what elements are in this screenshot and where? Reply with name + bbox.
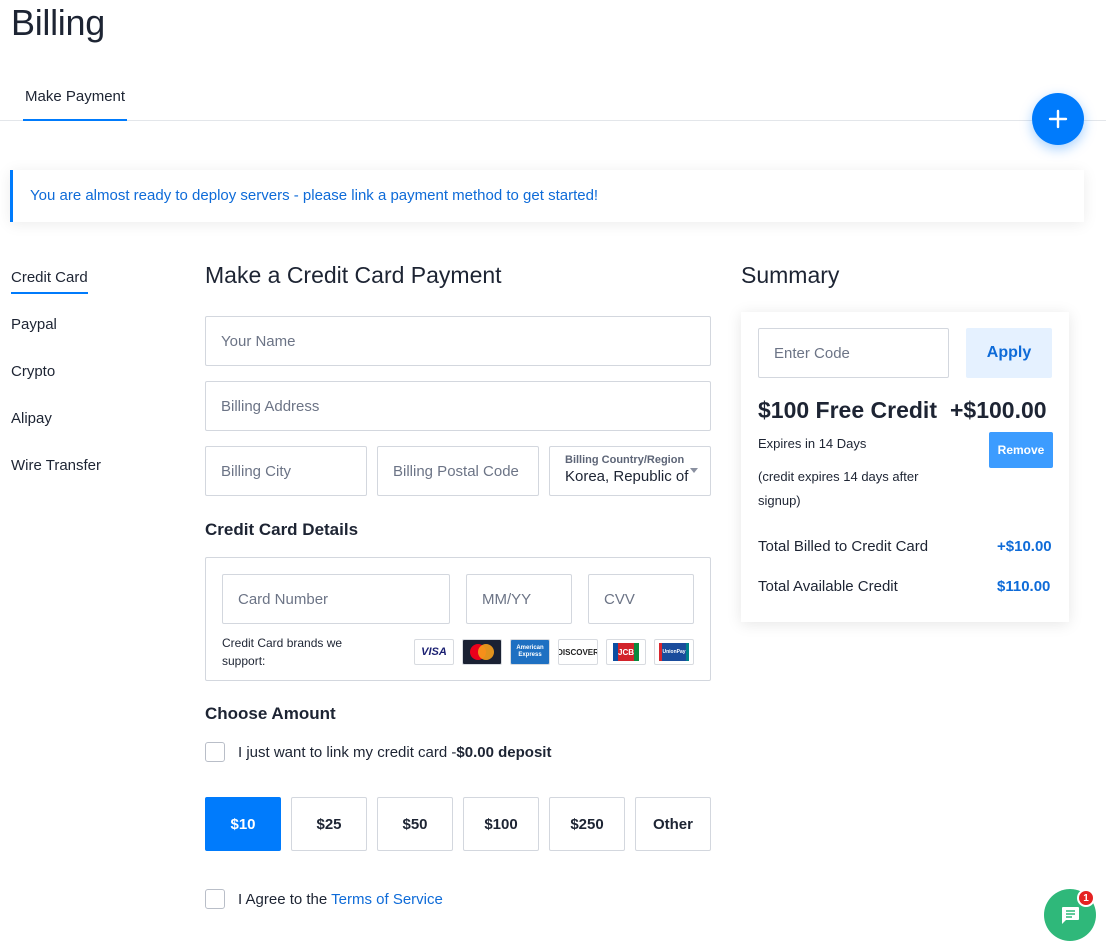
address-field[interactable] bbox=[205, 381, 711, 431]
cvv-input[interactable] bbox=[604, 590, 693, 608]
apply-button[interactable]: Apply bbox=[966, 328, 1052, 378]
brand-label: DISCOVER bbox=[558, 647, 598, 657]
sidenav-item-credit-card[interactable]: Credit Card bbox=[11, 268, 101, 315]
jcb-logo: JCB bbox=[606, 639, 646, 665]
sidenav-label: Alipay bbox=[11, 410, 52, 427]
credit-title: $100 Free Credit bbox=[758, 397, 937, 423]
postal-code-input[interactable] bbox=[393, 462, 538, 480]
address-input[interactable] bbox=[221, 397, 710, 415]
billed-value: +$10.00 bbox=[997, 538, 1052, 555]
credit-note: (credit expires 14 days after signup) bbox=[758, 469, 919, 508]
sidenav-label: Wire Transfer bbox=[11, 457, 102, 474]
country-select[interactable]: Billing Country/Region Korea, Republic o… bbox=[549, 446, 711, 496]
amount-option-250[interactable]: $250 bbox=[549, 797, 625, 851]
amount-option-25[interactable]: $25 bbox=[291, 797, 367, 851]
mastercard-logo bbox=[462, 639, 502, 665]
tab-make-payment[interactable]: Make Payment bbox=[23, 80, 128, 121]
city-field[interactable] bbox=[205, 446, 367, 496]
visa-logo: VISA bbox=[414, 639, 454, 665]
sidenav-item-alipay[interactable]: Alipay bbox=[11, 409, 101, 456]
card-number-field[interactable] bbox=[222, 574, 450, 624]
terms-label: I Agree to the Terms of Service bbox=[238, 891, 443, 908]
jcb-stripe: JCB bbox=[618, 643, 635, 661]
terms-prefix: I Agree to the bbox=[238, 891, 332, 908]
billed-label: Total Billed to Credit Card bbox=[758, 538, 929, 555]
amount-option-50[interactable]: $50 bbox=[377, 797, 453, 851]
payment-method-nav: Credit Card Paypal Crypto Alipay Wire Tr… bbox=[11, 268, 101, 503]
name-field[interactable] bbox=[205, 316, 711, 366]
unionpay-logo: UnionPay bbox=[654, 639, 694, 665]
brand-label: VISA bbox=[421, 646, 447, 658]
credit-amount: +$100.00 bbox=[950, 397, 1047, 423]
sidenav-item-wire-transfer[interactable]: Wire Transfer bbox=[11, 456, 101, 503]
expiry-field[interactable] bbox=[466, 574, 572, 624]
link-only-label: I just want to link my credit card -$0.0… bbox=[238, 744, 551, 761]
link-only-checkbox[interactable] bbox=[205, 742, 225, 762]
link-only-deposit: $0.00 deposit bbox=[456, 744, 552, 761]
terms-checkbox[interactable] bbox=[205, 889, 225, 909]
country-select-label: Billing Country/Region bbox=[565, 454, 685, 466]
link-only-text: I just want to link my credit card - bbox=[238, 744, 457, 761]
chat-icon bbox=[1062, 907, 1079, 924]
country-select-value: Korea, Republic of bbox=[565, 468, 689, 485]
notification-badge: 1 bbox=[1077, 889, 1095, 907]
sidenav-item-paypal[interactable]: Paypal bbox=[11, 315, 101, 362]
payment-heading: Make a Credit Card Payment bbox=[205, 262, 502, 288]
add-button[interactable] bbox=[1032, 93, 1084, 145]
sidenav-item-crypto[interactable]: Crypto bbox=[11, 362, 101, 409]
promo-code-input[interactable] bbox=[774, 344, 948, 362]
discover-logo: DISCOVER bbox=[558, 639, 598, 665]
summary-heading: Summary bbox=[741, 262, 840, 288]
sidenav-label: Crypto bbox=[11, 363, 56, 380]
terms-of-service-link[interactable]: Terms of Service bbox=[331, 891, 443, 908]
amount-option-other[interactable]: Other bbox=[635, 797, 711, 851]
plus-icon bbox=[1048, 109, 1068, 129]
promo-code-field[interactable] bbox=[758, 328, 949, 378]
amount-option-100[interactable]: $100 bbox=[463, 797, 539, 851]
card-details-heading: Credit Card Details bbox=[205, 520, 359, 539]
tab-bar: Make Payment bbox=[0, 80, 1106, 121]
unionpay-stripes: UnionPay bbox=[659, 643, 689, 661]
remove-button[interactable]: Remove bbox=[989, 432, 1053, 468]
brand-label: American Express bbox=[516, 645, 544, 658]
cvv-field[interactable] bbox=[588, 574, 694, 624]
expiry-input[interactable] bbox=[482, 590, 571, 608]
card-number-input[interactable] bbox=[238, 590, 449, 608]
name-input[interactable] bbox=[221, 332, 710, 350]
card-brands-text: Credit Card brands we support: bbox=[222, 636, 343, 668]
chevron-down-icon bbox=[690, 468, 698, 473]
sidenav-label: Credit Card bbox=[11, 269, 88, 294]
postal-code-field[interactable] bbox=[377, 446, 539, 496]
page-title: Billing bbox=[11, 2, 105, 43]
amount-option-10[interactable]: $10 bbox=[205, 797, 281, 851]
payment-notice: You are almost ready to deploy servers -… bbox=[10, 170, 1084, 222]
credit-expires: Expires in 14 Days bbox=[758, 436, 867, 451]
amount-heading: Choose Amount bbox=[205, 704, 336, 723]
amex-logo: American Express bbox=[510, 639, 550, 665]
mastercard-icon bbox=[470, 644, 494, 660]
sidenav-label: Paypal bbox=[11, 316, 57, 333]
available-label: Total Available Credit bbox=[758, 578, 898, 595]
jcb-stripes: JCB bbox=[613, 643, 640, 661]
city-input[interactable] bbox=[221, 462, 366, 480]
unionpay-stripe: UnionPay bbox=[662, 643, 686, 661]
available-value: $110.00 bbox=[997, 578, 1051, 595]
unionpay-stripe bbox=[685, 643, 689, 661]
jcb-stripe bbox=[634, 643, 640, 661]
